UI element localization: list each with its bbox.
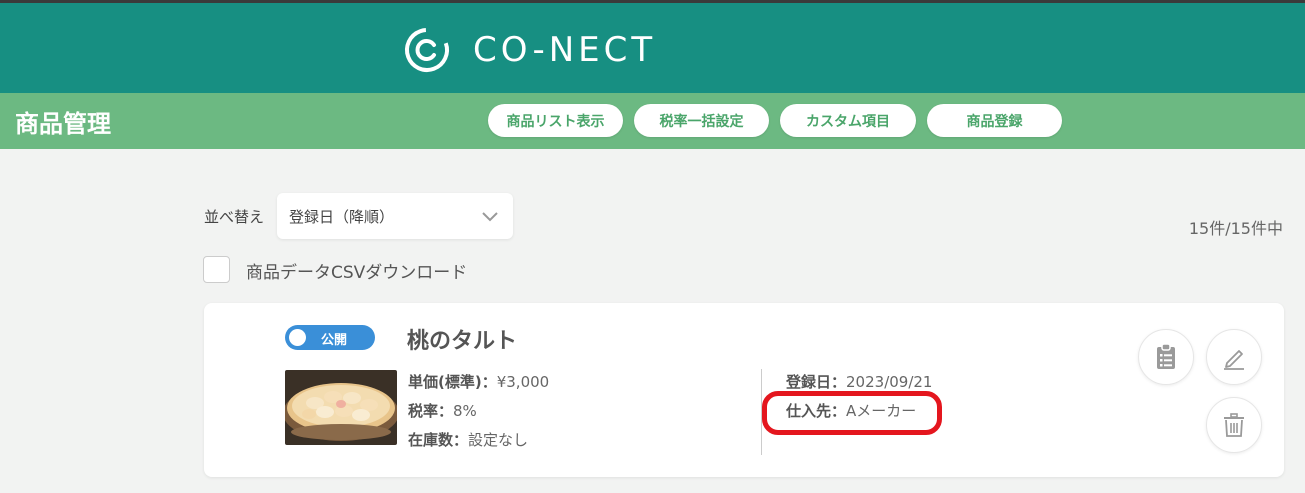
- sort-select-value: 登録日（降順）: [289, 207, 395, 226]
- trash-icon: [1224, 413, 1244, 437]
- delete-button[interactable]: [1206, 397, 1262, 453]
- peach-tart-image: [285, 370, 397, 445]
- product-image: [285, 370, 397, 445]
- tab-product-list[interactable]: 商品リスト表示: [488, 104, 623, 137]
- tab-product-register[interactable]: 商品登録: [927, 104, 1062, 137]
- price-row: 単価(標準)：¥3,000: [408, 371, 549, 392]
- product-card: 公開 桃のタルト 単価(標準)：¥3,000 税率：8% 在庫数：設定なし 登録…: [204, 303, 1284, 477]
- page-subheader: 商品管理 商品リスト表示 税率一括設定 カスタム項目 商品登録: [0, 93, 1305, 149]
- result-count: 15件/15件中: [1188, 219, 1283, 238]
- supplier-highlight-annotation: [762, 391, 942, 435]
- tab-custom-fields[interactable]: カスタム項目: [780, 104, 916, 137]
- tax-label: 税率：: [408, 402, 454, 420]
- logo-text: CO-NECT: [473, 30, 657, 70]
- csv-download-checkbox[interactable]: [203, 256, 230, 283]
- publish-toggle[interactable]: 公開: [285, 325, 375, 350]
- chevron-down-icon: [482, 212, 498, 222]
- stock-value: 設定なし: [468, 431, 529, 449]
- edit-pencil-icon: [1224, 350, 1244, 370]
- sort-label: 並べ替え: [204, 208, 265, 226]
- date-label: 登録日：: [786, 373, 847, 391]
- stock-row: 在庫数：設定なし: [408, 429, 528, 450]
- toggle-knob: [289, 329, 306, 346]
- publish-status: 公開: [321, 333, 348, 348]
- date-value: 2023/09/21: [846, 373, 933, 391]
- detail-button[interactable]: [1138, 329, 1194, 385]
- page-title: 商品管理: [15, 110, 111, 138]
- conect-logo-icon: [405, 28, 449, 72]
- clipboard-icon: [1157, 343, 1175, 369]
- csv-download-label[interactable]: 商品データCSVダウンロード: [246, 258, 467, 283]
- tax-row: 税率：8%: [408, 400, 477, 421]
- price-value: ¥3,000: [496, 373, 550, 391]
- sort-select[interactable]: 登録日（降順）: [277, 193, 513, 239]
- app-header: CO-NECT: [0, 3, 1305, 93]
- stock-label: 在庫数：: [408, 431, 469, 449]
- tab-tax-bulk-setting[interactable]: 税率一括設定: [634, 104, 769, 137]
- tax-value: 8%: [453, 402, 477, 420]
- product-name: 桃のタルト: [407, 329, 518, 354]
- date-row: 登録日：2023/09/21: [786, 371, 932, 392]
- logo[interactable]: CO-NECT: [403, 25, 656, 75]
- price-label: 単価(標準)：: [408, 373, 497, 391]
- edit-button[interactable]: [1206, 329, 1262, 385]
